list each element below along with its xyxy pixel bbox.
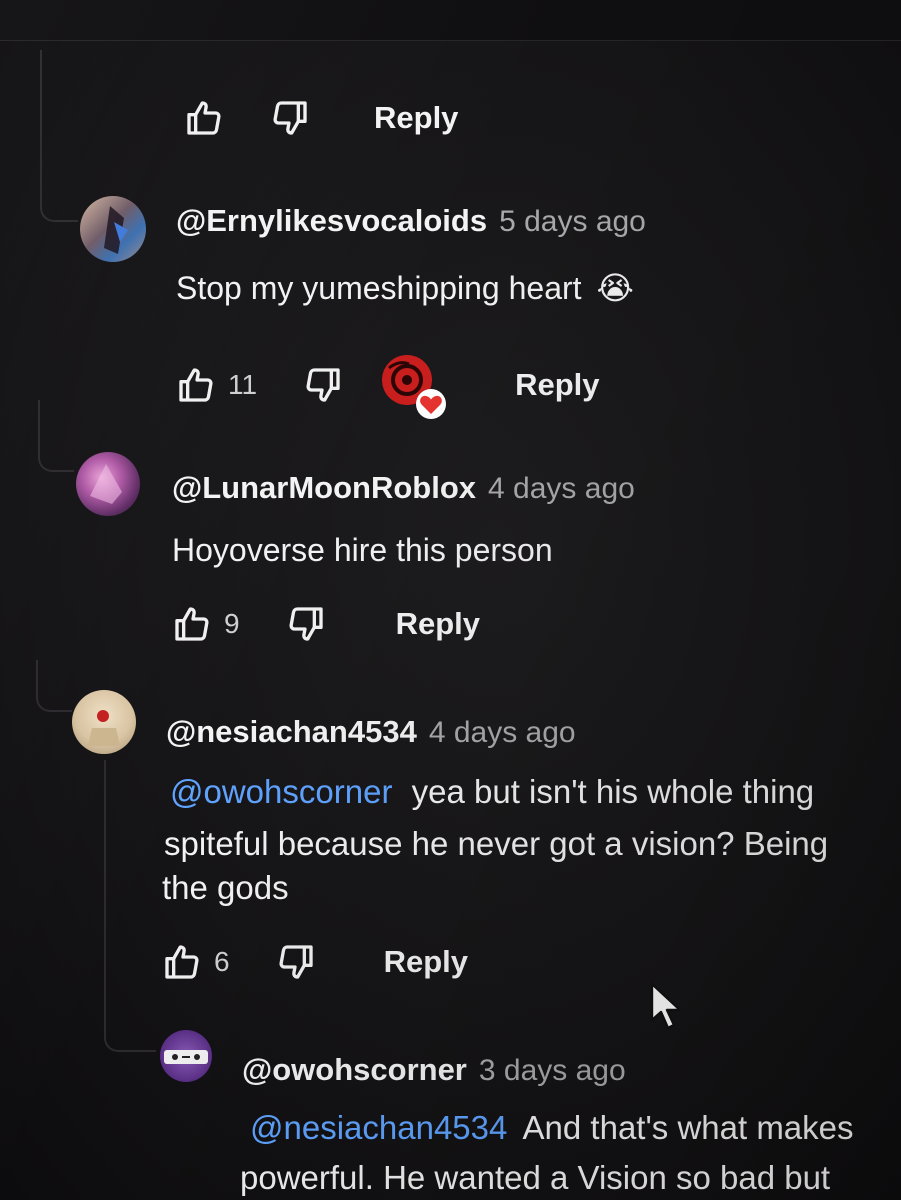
like-count: 6 <box>214 946 230 977</box>
thread-connector <box>36 660 72 712</box>
screen-bezel <box>0 0 901 41</box>
dislike-icon[interactable] <box>270 98 310 138</box>
reply-button[interactable]: Reply <box>374 100 458 136</box>
comment-timestamp[interactable]: 5 days ago <box>499 205 646 239</box>
comment-text: spiteful because he never got a vision? … <box>164 825 829 862</box>
comment-actions: Reply <box>184 98 458 138</box>
comment-timestamp[interactable]: 4 days ago <box>429 716 576 750</box>
comment-text: @nesiachan4534 And that's what makes <box>250 1109 854 1146</box>
comment-author[interactable]: @nesiachan4534 <box>166 714 417 750</box>
thread-connector <box>38 400 74 472</box>
reply-button[interactable]: Reply <box>396 606 480 642</box>
comment-text: the gods <box>162 869 289 906</box>
comment-header: @nesiachan4534 4 days ago <box>166 714 576 750</box>
comment-author[interactable]: @owohscorner <box>242 1052 467 1088</box>
like-icon[interactable] <box>184 98 224 138</box>
comment-header: @owohscorner 3 days ago <box>242 1052 626 1088</box>
like-icon[interactable] <box>172 604 212 644</box>
reply-button[interactable]: Reply <box>384 944 468 980</box>
comment-actions: 9 Reply <box>172 604 480 644</box>
comment-header: @LunarMoonRoblox 4 days ago <box>172 470 635 506</box>
comment-timestamp[interactable]: 4 days ago <box>488 472 635 506</box>
avatar[interactable] <box>80 196 146 262</box>
comment-author[interactable]: @Ernylikesvocaloids <box>176 203 487 239</box>
avatar[interactable] <box>76 452 140 516</box>
mouse-cursor-icon <box>650 982 690 1039</box>
comment-timestamp[interactable]: 3 days ago <box>479 1054 626 1088</box>
like-count: 9 <box>224 608 240 639</box>
reply-button[interactable]: Reply <box>515 367 599 403</box>
comment-actions: 6 Reply <box>162 942 468 982</box>
comment-text: Hoyoverse hire this person <box>172 532 553 568</box>
thread-connector <box>40 50 78 222</box>
mention-link[interactable]: @owohscorner <box>170 773 392 810</box>
comment-actions: 11 Reply <box>176 350 600 420</box>
comment-text: powerful. He wanted a Vision so bad but <box>240 1159 831 1196</box>
crying-face-icon: 😭 <box>596 270 634 306</box>
like-icon[interactable] <box>162 942 202 982</box>
like-icon[interactable] <box>176 365 216 405</box>
comment-text: @owohscorner yea but isn't his whole thi… <box>170 773 815 810</box>
comment-author[interactable]: @LunarMoonRoblox <box>172 470 476 506</box>
dislike-icon[interactable] <box>276 942 316 982</box>
dislike-icon[interactable] <box>303 365 343 405</box>
avatar[interactable] <box>72 690 136 754</box>
comment-text: Stop my yumeshipping heart 😭 <box>176 270 634 306</box>
mention-link[interactable]: @nesiachan4534 <box>250 1109 507 1146</box>
creator-heart-badge <box>379 350 449 420</box>
comment-header: @Ernylikesvocaloids 5 days ago <box>176 203 646 239</box>
avatar[interactable] <box>160 1030 212 1082</box>
like-count: 11 <box>228 369 258 400</box>
dislike-icon[interactable] <box>286 604 326 644</box>
thread-connector <box>104 760 156 1052</box>
